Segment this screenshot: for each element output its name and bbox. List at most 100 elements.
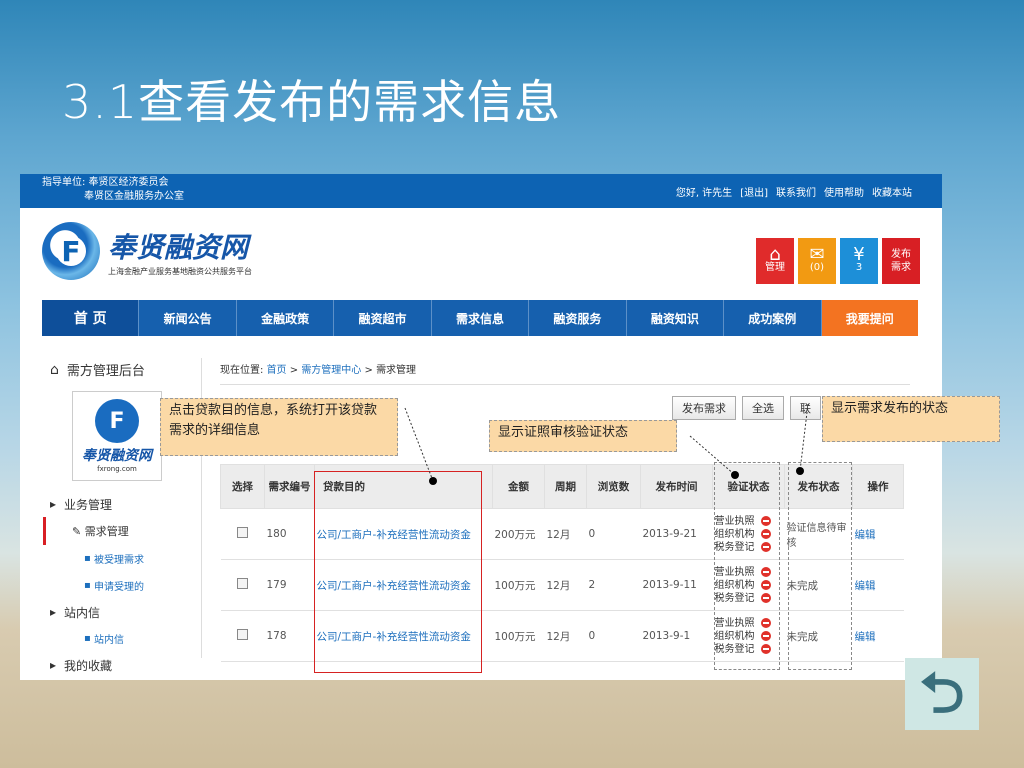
- sidebar-header: ⌂ 需方管理后台: [50, 360, 195, 380]
- col-op: 操作: [852, 464, 904, 509]
- callout-status: 显示需求发布的状态: [822, 396, 1000, 442]
- publish-demand-button[interactable]: 发布需求: [882, 238, 920, 284]
- callout-dot: [429, 477, 437, 485]
- triangle-right-icon: ▸: [50, 605, 57, 619]
- col-views: 浏览数: [586, 464, 641, 509]
- row-period: 12月: [544, 559, 587, 611]
- row-views: 2: [586, 559, 641, 611]
- col-date: 发布时间: [640, 464, 713, 509]
- row-date: 2013-9-11: [640, 559, 713, 611]
- publish-demand-button[interactable]: 发布需求: [672, 396, 736, 420]
- row-date: 2013-9-21: [640, 508, 713, 560]
- crumb-home[interactable]: 首页: [267, 365, 287, 376]
- row-checkbox[interactable]: [237, 527, 248, 538]
- group-label: 业务管理: [64, 497, 113, 512]
- col-period: 周期: [544, 464, 587, 509]
- top-bar: 指导单位: 奉贤区经济委员会 奉贤区金融服务办公室 您好, 许先生 [退出] 联…: [20, 174, 942, 208]
- col-amount: 金额: [492, 464, 545, 509]
- logo-f-icon: F: [95, 399, 139, 443]
- col-select: 选择: [220, 464, 265, 509]
- row-id: 179: [264, 559, 315, 611]
- sidebar-logo-name: 奉贤融资网: [82, 448, 152, 464]
- user-links: 您好, 许先生 [退出] 联系我们 使用帮助 收藏本站: [676, 184, 912, 199]
- row-id: 180: [264, 508, 315, 560]
- sidebar-item-inbox[interactable]: ▪ 站内信: [50, 625, 195, 652]
- crumb-prefix: 现在位置:: [220, 365, 267, 376]
- org-line1: 指导单位: 奉贤区经济委员会: [42, 177, 169, 188]
- logo-subtitle: 上海金融产业服务基地融资公共服务平台: [108, 266, 252, 276]
- item-label: 站内信: [93, 635, 124, 646]
- crumb-center[interactable]: 需方管理中心: [301, 365, 361, 376]
- row-amount: 100万元: [492, 610, 545, 662]
- row-period: 12月: [544, 508, 587, 560]
- mail-icon: ✉: [809, 244, 825, 265]
- main-nav: 首 页 新闻公告 金融政策 融资超市 需求信息 融资服务 融资知识 成功案例 我…: [42, 300, 918, 336]
- slide-title: 3.1查看发布的需求信息: [62, 75, 562, 129]
- contact-link[interactable]: 联系我们: [776, 184, 816, 199]
- nav-news[interactable]: 新闻公告: [139, 300, 237, 336]
- sidebar-logo-url: fxrong.com: [97, 465, 137, 473]
- sidebar-menu: ▸ 业务管理 ✎ 需求管理 ▪ 被受理需求 ▪ 申请受理的 ▸ 站内信 ▪ 站内信 …: [43, 491, 195, 678]
- manage-button[interactable]: ⌂ 管理: [756, 238, 794, 284]
- item-label: 需求管理: [84, 525, 129, 538]
- message-count: (0): [809, 262, 825, 273]
- divider: [220, 384, 910, 385]
- nav-cases[interactable]: 成功案例: [724, 300, 822, 336]
- home-icon: ⌂: [50, 361, 59, 378]
- sidebar-item-demand-manage[interactable]: ✎ 需求管理: [43, 517, 195, 545]
- money-count: 3: [855, 262, 863, 273]
- purpose-highlight: [314, 471, 482, 673]
- edit-link[interactable]: 编辑: [852, 559, 904, 611]
- site-logo[interactable]: F 奉贤融资网 上海金融产业服务基地融资公共服务平台: [42, 222, 252, 280]
- nav-service[interactable]: 融资服务: [529, 300, 627, 336]
- yen-icon: ¥: [853, 244, 865, 265]
- quick-actions: ⌂ 管理 ✉ (0) ¥3 发布 需求: [756, 238, 920, 284]
- nav-demand[interactable]: 需求信息: [432, 300, 530, 336]
- partial-button[interactable]: 联: [790, 396, 821, 420]
- row-amount: 100万元: [492, 559, 545, 611]
- logout-link[interactable]: [退出]: [740, 184, 768, 199]
- return-button[interactable]: ⮌: [905, 658, 979, 730]
- group-label: 站内信: [64, 605, 101, 620]
- action-buttons: 发布需求 全选 联: [672, 396, 821, 420]
- sidebar-logo: F 奉贤融资网 fxrong.com: [72, 391, 162, 481]
- pencil-icon: ✎: [72, 524, 82, 538]
- row-views: 0: [586, 610, 641, 662]
- nav-home[interactable]: 首 页: [42, 300, 140, 336]
- callout-dot: [796, 467, 804, 475]
- sidebar-group-business[interactable]: ▸ 业务管理: [50, 491, 195, 517]
- select-all-button[interactable]: 全选: [742, 396, 784, 420]
- callout-dot: [731, 471, 739, 479]
- edit-link[interactable]: 编辑: [852, 610, 904, 662]
- row-views: 0: [586, 508, 641, 560]
- sidebar-item-applied[interactable]: ▪ 申请受理的: [50, 572, 195, 599]
- logo-name: 奉贤融资网: [108, 230, 249, 264]
- verify-highlight: [714, 462, 780, 670]
- bookmark-link[interactable]: 收藏本站: [872, 184, 912, 199]
- status-highlight: [788, 462, 852, 670]
- triangle-right-icon: ▸: [50, 658, 57, 672]
- breadcrumb: 现在位置: 首页 > 需方管理中心 > 需求管理: [220, 365, 417, 376]
- logo-f-icon: F: [42, 222, 100, 280]
- org-line2: 奉贤区金融服务办公室: [84, 191, 184, 202]
- money-button[interactable]: ¥3: [840, 238, 878, 284]
- row-amount: 200万元: [492, 508, 545, 560]
- nav-policy[interactable]: 金融政策: [237, 300, 335, 336]
- messages-button[interactable]: ✉ (0): [798, 238, 836, 284]
- row-checkbox[interactable]: [237, 578, 248, 589]
- sidebar-title: 需方管理后台: [66, 364, 145, 379]
- help-link[interactable]: 使用帮助: [824, 184, 864, 199]
- nav-market[interactable]: 融资超市: [334, 300, 432, 336]
- row-checkbox[interactable]: [237, 629, 248, 640]
- sidebar-group-messages[interactable]: ▸ 站内信: [50, 599, 195, 625]
- nav-knowledge[interactable]: 融资知识: [627, 300, 725, 336]
- sidebar-group-favorites[interactable]: ▸ 我的收藏: [50, 652, 195, 678]
- row-period: 12月: [544, 610, 587, 662]
- greeting: 您好, 许先生: [675, 188, 733, 199]
- triangle-right-icon: ▸: [50, 497, 57, 511]
- sidebar-item-accepted[interactable]: ▪ 被受理需求: [50, 545, 195, 572]
- publish-label-2: 需求: [891, 262, 911, 273]
- nav-ask[interactable]: 我要提问: [821, 300, 918, 336]
- callout-purpose: 点击贷款目的信息，系统打开该贷款需求的详细信息: [160, 398, 398, 456]
- edit-link[interactable]: 编辑: [852, 508, 904, 560]
